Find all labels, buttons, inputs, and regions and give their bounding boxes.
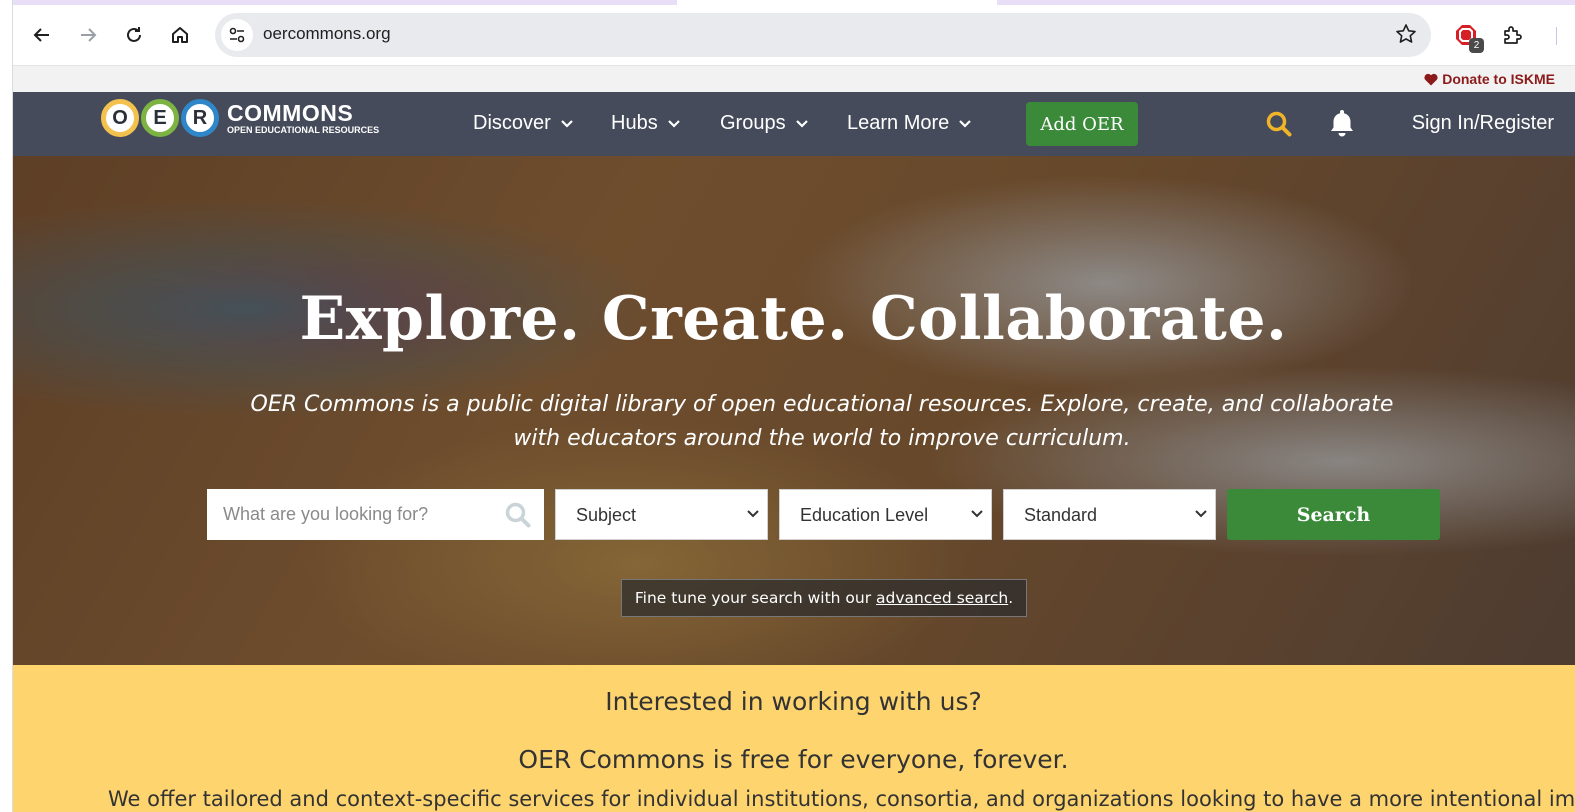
window-edge (0, 0, 13, 812)
donate-label: Donate to ISKME (1442, 71, 1555, 87)
services-text: We offer tailored and context-specific s… (108, 787, 1575, 811)
puzzle-icon (1504, 26, 1522, 44)
home-icon (172, 27, 188, 43)
hero-section: Explore. Create. Collaborate. OER Common… (12, 156, 1575, 665)
reload-icon (127, 27, 141, 42)
menu-label: Groups (720, 112, 786, 134)
chevron-down-icon (959, 119, 972, 128)
advanced-search-link[interactable]: advanced search (876, 589, 1008, 607)
forward-arrow-icon (81, 28, 97, 42)
education-level-select-value: Education Level (800, 505, 929, 525)
sign-in-register-link[interactable]: Sign In/Register (1412, 112, 1554, 135)
site-header: O E R COMMONS OPEN EDUCATIONAL RESOURCES… (12, 92, 1575, 156)
search-icon (505, 502, 531, 528)
menu-groups[interactable]: Groups (720, 112, 808, 135)
logo-letter-e: E (141, 99, 179, 137)
education-level-select[interactable]: Education Level (779, 489, 992, 540)
reload-button[interactable] (118, 19, 150, 51)
search-icon (1266, 111, 1292, 137)
bookmark-star-button[interactable] (1395, 23, 1417, 49)
chevron-down-icon (747, 510, 759, 518)
free-forever-heading: OER Commons is free for everyone, foreve… (518, 745, 1069, 774)
url-text[interactable]: oercommons.org (263, 24, 391, 44)
oer-commons-logo[interactable]: O E R COMMONS OPEN EDUCATIONAL RESOURCES (101, 99, 379, 137)
chevron-down-icon (795, 119, 808, 128)
finetune-suffix: . (1008, 589, 1014, 607)
extension-badge: 2 (1469, 38, 1484, 53)
menu-label: Discover (473, 112, 551, 134)
add-oer-button[interactable]: Add OER (1026, 102, 1138, 146)
advanced-search-hint: Fine tune your search with our advanced … (621, 579, 1027, 617)
forward-button[interactable] (72, 19, 104, 51)
chevron-down-icon (667, 119, 680, 128)
donate-link[interactable]: Donate to ISKME (1424, 71, 1555, 87)
menu-learn-more[interactable]: Learn More (847, 112, 972, 135)
menu-label: Learn More (847, 112, 950, 134)
menu-discover[interactable]: Discover (473, 112, 573, 135)
search-box[interactable] (207, 489, 544, 540)
logo-title: COMMONS (227, 100, 354, 126)
notifications-button[interactable] (1328, 108, 1356, 142)
hero-title: Explore. Create. Collaborate. (299, 284, 1288, 354)
donate-bar: Donate to ISKME (12, 66, 1575, 92)
search-button[interactable]: Search (1227, 489, 1440, 540)
standard-select[interactable]: Standard (1003, 489, 1216, 540)
search-input[interactable] (207, 489, 505, 540)
extension-button[interactable]: 2 (1450, 19, 1484, 53)
browser-toolbar: oercommons.org 2 (12, 5, 1575, 66)
tune-icon (229, 27, 245, 43)
extensions-menu-button[interactable] (1496, 19, 1528, 51)
site-search-button[interactable] (1265, 110, 1293, 142)
heart-icon (1424, 73, 1438, 85)
back-button[interactable] (26, 19, 58, 51)
work-with-us-section: Interested in working with us? OER Commo… (12, 665, 1575, 812)
menu-hubs[interactable]: Hubs (611, 112, 680, 135)
chevron-down-icon (1195, 510, 1207, 518)
chevron-down-icon (561, 119, 573, 128)
subject-select[interactable]: Subject (555, 489, 768, 540)
bell-icon (1331, 110, 1353, 137)
logo-letter-o: O (101, 99, 139, 137)
logo-text: COMMONS OPEN EDUCATIONAL RESOURCES (227, 101, 379, 135)
logo-subtitle: OPEN EDUCATIONAL RESOURCES (227, 125, 380, 135)
menu-label: Hubs (611, 112, 658, 134)
back-arrow-icon (33, 28, 49, 42)
address-bar[interactable]: oercommons.org (215, 13, 1431, 57)
toolbar-separator (1556, 27, 1557, 45)
star-icon (1396, 24, 1416, 43)
logo-letter-r: R (181, 99, 219, 137)
home-button[interactable] (164, 19, 196, 51)
finetune-prefix: Fine tune your search with our (634, 589, 877, 607)
search-form: Subject Education Level Standard Search (207, 489, 1440, 540)
work-with-us-heading: Interested in working with us? (605, 687, 982, 716)
chevron-down-icon (971, 510, 983, 518)
standard-select-value: Standard (1024, 505, 1098, 525)
site-info-button[interactable] (221, 19, 253, 51)
subject-select-value: Subject (576, 505, 637, 525)
hero-subtitle: OER Commons is a public digital library … (250, 392, 1394, 451)
